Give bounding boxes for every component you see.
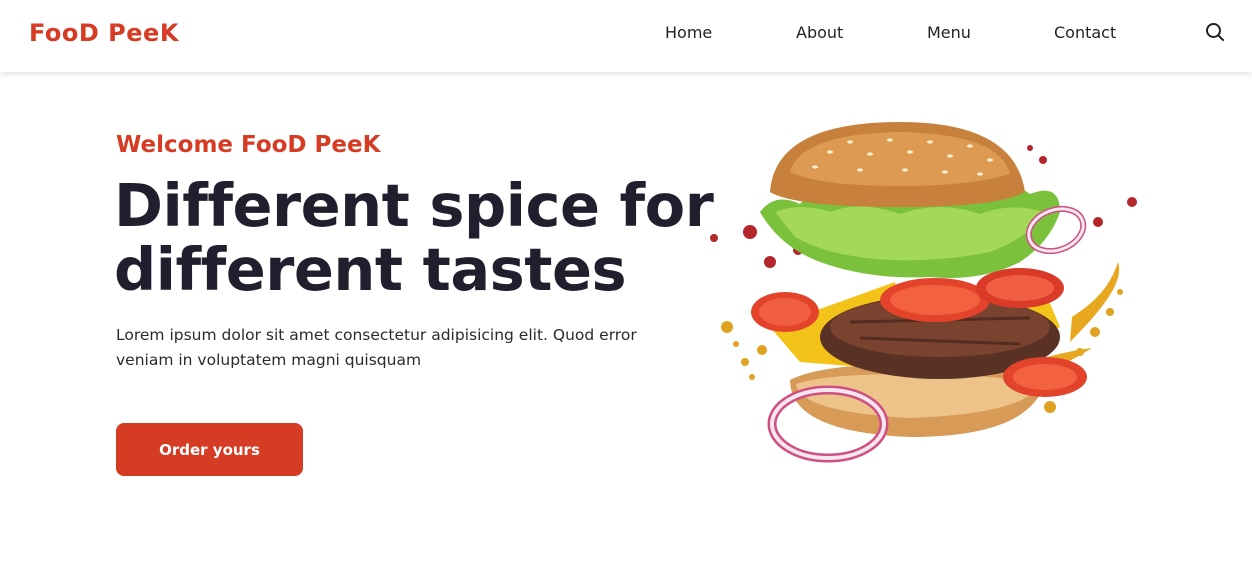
logo-part-foo: Foo	[29, 19, 79, 47]
navbar: FooD PeeK Home About Menu Contact	[0, 0, 1252, 72]
hero-title-line-1: Different spice for	[114, 171, 714, 240]
logo-part-pee: Pee	[99, 19, 160, 47]
nav-item-home[interactable]: Home	[665, 22, 712, 44]
logo-part-k: K	[159, 19, 179, 47]
hero-title-line-2: different tastes	[114, 235, 627, 304]
hero-description: Lorem ipsum dolor sit amet consectetur a…	[116, 326, 637, 369]
brand-logo[interactable]: FooD PeeK	[29, 18, 179, 48]
burger-illustration	[710, 122, 1137, 463]
hero-title: Different spice for different tastes	[114, 174, 734, 302]
nav-item-menu[interactable]: Menu	[927, 22, 971, 44]
search-icon	[1206, 23, 1224, 41]
nav-item-about[interactable]: About	[796, 22, 843, 44]
hero-subtitle: Welcome FooD PeeK	[116, 132, 381, 158]
search-button[interactable]	[1203, 20, 1227, 44]
logo-part-d: D	[78, 19, 100, 47]
order-button[interactable]: Order yours	[116, 423, 303, 476]
nav-item-contact[interactable]: Contact	[1054, 22, 1116, 44]
